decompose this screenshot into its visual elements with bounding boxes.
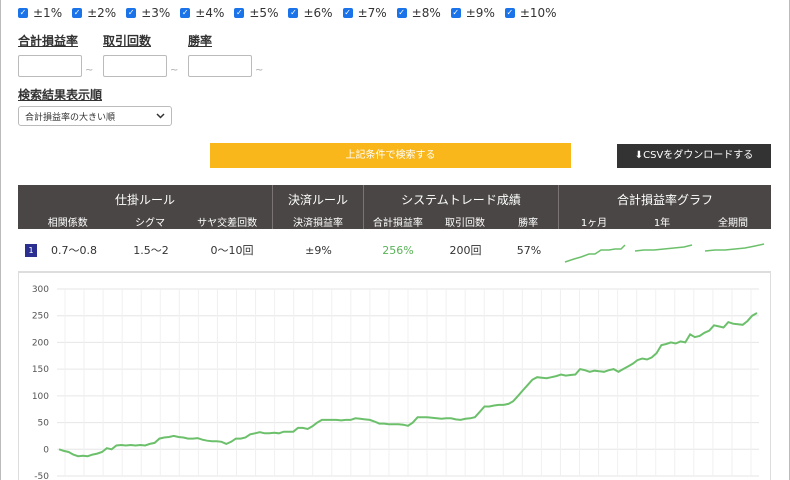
range-checkbox-group: ✓ ±1% ✓ ±2% ✓ ±3% ✓ ±4% ✓ ±5% ✓ ±6% ✓ ±7% ✓ ±8% ✓ ±9% ✓ ±10… [18, 6, 557, 20]
y-tick-label: 200 [32, 338, 49, 348]
group-subheaders: 決済損益率 [273, 214, 363, 229]
table-row[interactable]: 1 0.7～0.8 1.5～2 0～10回 ±9% 256% 200回 57% [18, 229, 771, 272]
filter-inputs: ~ ~ ~ [18, 55, 273, 77]
range-checkbox-label: ±3% [141, 6, 171, 20]
group-entry-rule: 仕掛ルール 相関係数 シグマ サヤ交差回数 [18, 185, 273, 229]
download-icon: ⬇ [634, 150, 644, 161]
csv-download-button[interactable]: ⬇CSVをダウンロードする [617, 144, 771, 168]
checkbox-checked-icon: ✓ [126, 8, 137, 18]
sort-label: 検索結果表示順 [18, 88, 103, 102]
group-title: システムトレード成績 [401, 193, 521, 207]
sparkline-1year [634, 243, 693, 252]
checkbox-checked-icon: ✓ [18, 8, 28, 18]
range-checkbox[interactable]: ✓ ±10% [504, 6, 557, 20]
cell-corr: 0.7～0.8 [51, 244, 97, 257]
sort-selected-value: 合計損益率の大きい順 [25, 112, 116, 123]
range-separator: ~ [85, 64, 94, 76]
checkbox-checked-icon: ✓ [234, 8, 245, 18]
y-tick-label: 150 [32, 365, 49, 375]
checkbox-checked-icon: ✓ [450, 8, 461, 18]
cell-crosses: 0～10回 [210, 244, 254, 257]
cell-winrate: 57% [516, 243, 542, 257]
sort-select[interactable]: 合計損益率の大きい順 [18, 106, 172, 126]
col-header: サヤ交差回数 [197, 218, 258, 229]
sparkline-all [704, 242, 765, 252]
filters: 合計損益率 取引回数 勝率 ~ ~ ~ [18, 32, 273, 77]
range-checkbox-label: ±10% [519, 6, 557, 20]
checkbox-checked-icon: ✓ [180, 8, 191, 18]
group-performance: システムトレード成績 合計損益率 取引回数 勝率 [364, 185, 559, 229]
group-title: 合計損益率グラフ [616, 193, 713, 207]
group-exit-rule: 決済ルール 決済損益率 [273, 185, 364, 229]
cell-exit: ±9% [305, 243, 332, 257]
range-checkbox[interactable]: ✓ ±4% [180, 6, 224, 20]
range-checkbox-label: ±6% [303, 6, 333, 20]
range-checkbox-label: ±9% [465, 6, 495, 20]
group-title: 決済ルール [287, 193, 348, 207]
filter-label-trades: 取引回数 [103, 34, 152, 48]
col-header: 勝率 [518, 218, 539, 229]
col-header: 全期間 [718, 218, 748, 229]
cell-sigma: 1.5～2 [133, 244, 169, 257]
rank-badge: 1 [25, 243, 37, 257]
range-checkbox[interactable]: ✓ ±5% [234, 6, 278, 20]
line-chart-svg: 300 250 200 150 100 50 0 -50 [32, 285, 759, 480]
range-checkbox[interactable]: ✓ ±6% [288, 6, 333, 20]
y-tick-label: 50 [38, 419, 50, 429]
checkbox-checked-icon: ✓ [396, 8, 407, 18]
chevron-down-icon [156, 113, 165, 119]
y-tick-label: 100 [32, 392, 49, 402]
profit-min-input[interactable] [18, 55, 82, 77]
col-header: 1年 [653, 218, 671, 229]
range-checkbox[interactable]: ✓ ±8% [396, 6, 441, 20]
range-checkbox-label: ±7% [357, 6, 387, 20]
range-checkbox-label: ±4% [195, 6, 225, 20]
sparkline-group [564, 242, 765, 263]
search-button[interactable]: 上記条件で検索する [210, 143, 571, 168]
col-header: 合計損益率 [372, 218, 423, 229]
filter-label-profit: 合計損益率 [18, 34, 79, 48]
filter-labels: 合計損益率 取引回数 勝率 [18, 32, 273, 49]
trades-min-input[interactable] [103, 55, 167, 77]
range-checkbox-label: ±1% [33, 6, 63, 20]
range-checkbox-label: ±2% [87, 6, 117, 20]
col-header: 決済損益率 [293, 218, 343, 229]
group-subheaders: 合計損益率 取引回数 勝率 [364, 214, 558, 229]
cell-profit: 256% [382, 243, 414, 257]
sparkline-1month [564, 243, 626, 263]
col-header: シグマ [134, 218, 165, 229]
checkbox-checked-icon: ✓ [342, 8, 353, 18]
range-checkbox[interactable]: ✓ ±9% [450, 6, 495, 20]
range-separator: ~ [255, 64, 264, 76]
group-subheaders: 相関係数 シグマ サヤ交差回数 [18, 214, 272, 229]
range-checkbox[interactable]: ✓ ±2% [72, 6, 116, 20]
profit-chart: 300 250 200 150 100 50 0 -50 [18, 272, 771, 480]
range-separator: ~ [170, 64, 179, 76]
range-checkbox[interactable]: ✓ ±3% [126, 6, 170, 20]
results-table: 仕掛ルール 相関係数 シグマ サヤ交差回数 決済ルール 決済損益率 システムトレ… [18, 185, 771, 272]
checkbox-checked-icon: ✓ [72, 8, 83, 18]
y-tick-label: 0 [43, 445, 49, 455]
range-checkbox[interactable]: ✓ ±1% [18, 6, 62, 20]
csv-button-label: CSVをダウンロードする [643, 150, 754, 161]
checkbox-checked-icon: ✓ [504, 8, 515, 18]
winrate-min-input[interactable] [188, 55, 252, 77]
y-tick-label: 250 [32, 312, 49, 322]
col-header: 相関係数 [47, 218, 88, 229]
y-tick-label: -50 [34, 472, 49, 480]
range-checkbox-label: ±8% [411, 6, 441, 20]
checkbox-checked-icon: ✓ [288, 8, 299, 18]
group-title: 仕掛ルール [114, 193, 175, 207]
range-checkbox[interactable]: ✓ ±7% [342, 6, 387, 20]
filter-label-winrate: 勝率 [188, 34, 213, 48]
col-header: 取引回数 [444, 218, 485, 229]
range-checkbox-label: ±5% [249, 6, 279, 20]
table-header: 仕掛ルール 相関係数 シグマ サヤ交差回数 決済ルール 決済損益率 システムトレ… [18, 185, 771, 229]
col-header: 1ヶ月 [580, 218, 608, 229]
group-subheaders: 1ヶ月 1年 全期間 [559, 214, 771, 229]
y-tick-label: 300 [32, 285, 49, 295]
group-graph: 合計損益率グラフ 1ヶ月 1年 全期間 [559, 185, 771, 229]
cell-trades: 200回 [449, 244, 482, 257]
